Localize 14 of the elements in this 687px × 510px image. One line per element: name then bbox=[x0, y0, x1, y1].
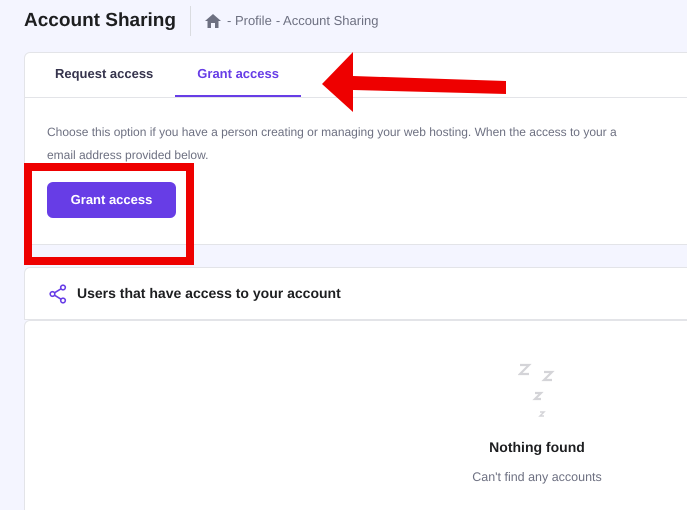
breadcrumb-item[interactable]: - Profile bbox=[227, 11, 272, 31]
share-icon bbox=[49, 284, 67, 304]
section-title: Users that have access to your account bbox=[77, 284, 341, 303]
tab[interactable]: Request access bbox=[33, 53, 176, 97]
sleep-icon bbox=[518, 363, 556, 419]
breadcrumb-item: - Account Sharing bbox=[276, 12, 378, 30]
description-text: Choose this option if you have a person creating or managing your web hosting. When the access to your a bbox=[47, 124, 618, 141]
page-title: Account Sharing bbox=[24, 8, 178, 33]
empty-state-title: Nothing found bbox=[489, 438, 585, 457]
home-icon[interactable] bbox=[205, 14, 222, 28]
grant-access-button[interactable]: Grant access bbox=[47, 182, 176, 218]
description-text: email address provided below. bbox=[47, 147, 210, 164]
tab[interactable]: Grant access bbox=[175, 53, 301, 97]
empty-state-text: Can't find any accounts bbox=[472, 469, 602, 486]
